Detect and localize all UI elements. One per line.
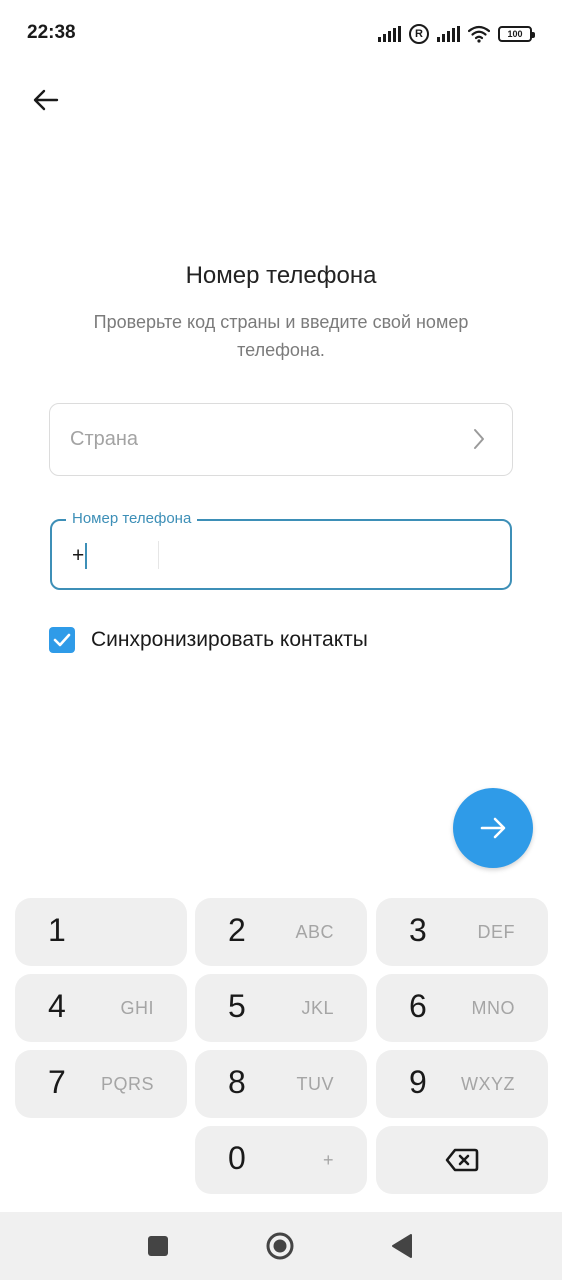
status-time: 22:38 (27, 22, 76, 43)
recents-square-icon (148, 1236, 168, 1256)
key-digit: 7 (48, 1064, 66, 1100)
status-bar: 22:38 R 100 (0, 0, 562, 66)
key-8[interactable]: 8 TUV (195, 1050, 367, 1118)
phone-number-field[interactable]: Номер телефона + (50, 510, 512, 590)
status-icons: R 100 (378, 22, 535, 46)
key-3[interactable]: 3 DEF (376, 898, 548, 966)
key-0[interactable]: 0 + (195, 1126, 367, 1194)
key-2[interactable]: 2 ABC (195, 898, 367, 966)
key-digit: 0 (228, 1140, 246, 1176)
sync-contacts-label: Синхронизировать контакты (91, 628, 368, 651)
country-placeholder: Страна (70, 428, 139, 450)
page-subtitle: Проверьте код страны и введите свой номе… (93, 312, 469, 360)
key-letters: ABC (295, 922, 334, 942)
key-digit: 1 (48, 912, 66, 948)
cellular-signal-icon (378, 26, 401, 42)
key-digit: 4 (48, 988, 66, 1024)
phone-number-label: Номер телефона (66, 510, 198, 527)
key-letters: PQRS (100, 1074, 154, 1094)
key-7[interactable]: 7 PQRS (15, 1050, 187, 1118)
system-back-button[interactable] (386, 1230, 418, 1262)
code-divider (158, 541, 159, 569)
country-code-value: + (72, 544, 85, 567)
key-5[interactable]: 5 JKL (195, 974, 367, 1042)
battery-level: 100 (507, 29, 523, 39)
key-digit: 6 (409, 988, 427, 1024)
key-letters: + (322, 1150, 334, 1170)
country-code-input[interactable]: + (72, 543, 88, 569)
back-button[interactable] (22, 80, 70, 120)
home-button[interactable] (264, 1230, 296, 1262)
key-letters: GHI (120, 998, 154, 1018)
system-nav-bar (0, 1212, 562, 1280)
key-digit: 5 (228, 988, 246, 1024)
battery-icon: 100 (498, 26, 535, 42)
backspace-icon (445, 1148, 479, 1172)
backspace-key[interactable] (376, 1126, 548, 1194)
key-9[interactable]: 9 WXYZ (376, 1050, 548, 1118)
country-field[interactable]: Страна (49, 403, 513, 476)
key-letters: WXYZ (461, 1074, 515, 1094)
key-letters: TUV (296, 1074, 334, 1094)
cellular-signal-icon (437, 26, 460, 42)
checkmark-icon (53, 633, 71, 647)
wifi-icon (468, 25, 490, 43)
key-letters: JKL (301, 998, 334, 1018)
key-digit: 2 (228, 912, 246, 948)
back-triangle-icon (392, 1234, 412, 1258)
recents-button[interactable] (142, 1230, 174, 1262)
key-6[interactable]: 6 MNO (376, 974, 548, 1042)
numeric-keypad: 1 2 ABC 3 DEF 4 GHI 5 JKL 6 MNO 7 PQRS 8 (0, 884, 562, 1212)
key-digit: 3 (409, 912, 427, 948)
registered-icon: R (409, 24, 429, 44)
key-1[interactable]: 1 (15, 898, 187, 966)
sync-contacts-row[interactable]: Синхронизировать контакты (49, 625, 368, 655)
sync-contacts-checkbox[interactable] (49, 627, 75, 653)
phone-number-screen: 22:38 R 100 Номер телефона Проверьте код… (0, 0, 562, 1280)
next-button[interactable] (453, 788, 533, 868)
key-digit: 9 (409, 1064, 427, 1100)
arrow-right-icon (480, 817, 506, 839)
page-title: Номер телефона (185, 262, 377, 289)
home-circle-icon (266, 1232, 294, 1260)
chevron-right-icon (474, 429, 484, 449)
key-4[interactable]: 4 GHI (15, 974, 187, 1042)
key-letters: MNO (471, 998, 515, 1018)
key-letters: DEF (477, 922, 515, 942)
text-caret (85, 543, 88, 569)
key-digit: 8 (228, 1064, 246, 1100)
arrow-left-icon (33, 89, 59, 111)
